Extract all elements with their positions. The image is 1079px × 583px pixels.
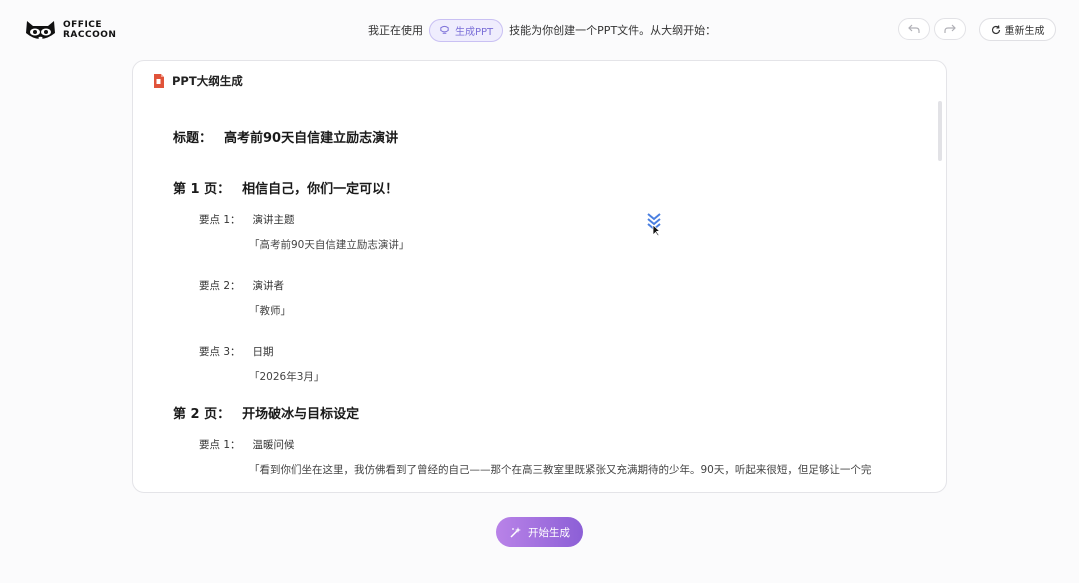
- point-item: 要点 1： 温暖问候: [199, 437, 893, 453]
- outline-content: 标题： 高考前90天自信建立励志演讲 第 1 页： 相信自己，你们一定可以！ 要…: [173, 127, 893, 478]
- card-heading: PPT大纲生成: [172, 74, 243, 88]
- page-label: 第 1 页：: [173, 182, 231, 197]
- regenerate-button[interactable]: 重新生成: [979, 18, 1056, 41]
- page-2-title: 第 2 页： 开场破冰与目标设定: [173, 403, 893, 423]
- skill-pill[interactable]: 生成PPT: [429, 18, 504, 42]
- start-generate-button[interactable]: 开始生成: [496, 517, 583, 547]
- skill-label: 生成PPT: [455, 26, 494, 38]
- app-logo[interactable]: OFFICE RACCOON: [24, 17, 123, 43]
- point-detail: 「2026年3月」: [249, 371, 325, 383]
- refresh-icon: [991, 24, 1000, 34]
- redo-button[interactable]: [934, 18, 966, 40]
- status-prefix: 我正在使用: [368, 24, 423, 37]
- status-suffix: 技能为你创建一个PPT文件。从大纲开始：: [509, 24, 717, 37]
- raccoon-logo-icon: [26, 21, 55, 40]
- point-detail: 「高考前90天自信建立励志演讲」: [249, 239, 410, 251]
- top-bar: OFFICE RACCOON 我正在使用 生成PPT 技能为你创建一个PPT文件…: [0, 0, 1079, 60]
- card-header: PPT大纲生成: [153, 73, 243, 89]
- logo-line-1: OFFICE: [63, 20, 103, 30]
- page-title-text: 开场破冰与目标设定: [242, 407, 360, 422]
- title-label: 标题：: [173, 131, 213, 146]
- point-detail: 「教师」: [249, 305, 291, 317]
- outline-title: 标题： 高考前90天自信建立励志演讲: [173, 127, 893, 147]
- logo-line-2: RACCOON: [63, 30, 117, 40]
- undo-button[interactable]: [898, 18, 930, 40]
- redo-icon: [944, 24, 956, 33]
- undo-icon: [908, 24, 920, 33]
- scrollbar[interactable]: [938, 101, 942, 161]
- page-title-text: 相信自己，你们一定可以！: [242, 182, 399, 197]
- outline-card: PPT大纲生成 标题： 高考前90天自信建立励志演讲 第 1 页： 相信自己，你…: [132, 60, 947, 493]
- ppt-file-icon: [154, 74, 164, 88]
- page-1-title: 第 1 页： 相信自己，你们一定可以！: [173, 178, 893, 198]
- point-label: 要点 1：: [199, 439, 241, 451]
- regenerate-label: 重新生成: [1004, 26, 1045, 37]
- point-name: 演讲主题: [252, 214, 295, 226]
- point-label: 要点 2：: [199, 280, 241, 292]
- loading-cursor-icon: [647, 213, 661, 237]
- title-value: 高考前90天自信建立励志演讲: [224, 131, 399, 146]
- page-label: 第 2 页：: [173, 407, 231, 422]
- point-name: 日期: [252, 346, 274, 358]
- skill-icon: [440, 25, 449, 34]
- point-label: 要点 1：: [199, 214, 241, 226]
- logo-text: OFFICE RACCOON: [63, 20, 123, 40]
- status-message: 我正在使用 生成PPT 技能为你创建一个PPT文件。从大纲开始：: [368, 18, 716, 42]
- point-item: 要点 2： 演讲者: [199, 278, 893, 294]
- point-item: 要点 1： 演讲主题: [199, 212, 893, 228]
- point-item: 要点 3： 日期: [199, 344, 893, 360]
- start-generate-label: 开始生成: [528, 526, 570, 539]
- point-label: 要点 3：: [199, 346, 241, 358]
- magic-wand-icon: [510, 526, 521, 538]
- point-name: 温暖问候: [252, 439, 295, 451]
- point-name: 演讲者: [252, 280, 285, 292]
- point-detail: 「看到你们坐在这里，我仿佛看到了曾经的自己——那个在高三教室里既紧张又充满期待的…: [249, 464, 872, 476]
